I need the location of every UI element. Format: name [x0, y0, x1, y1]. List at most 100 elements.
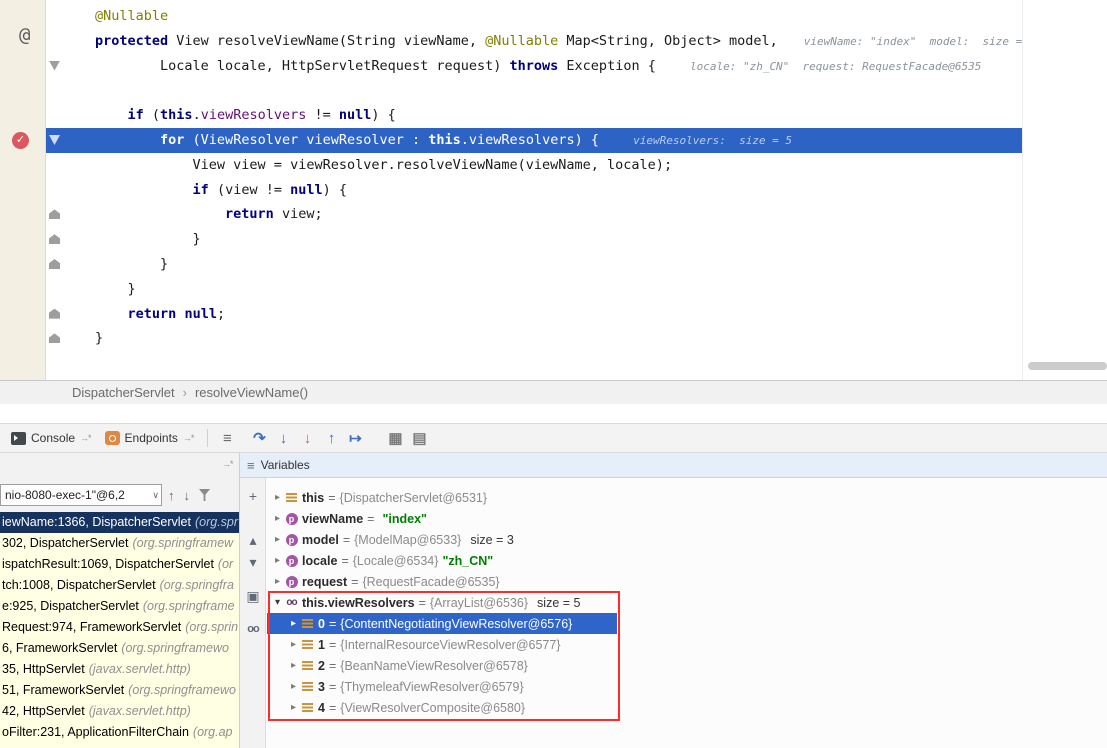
code-token: this — [160, 107, 193, 123]
navigate-up-icon[interactable]: ↑ — [168, 488, 175, 503]
horizontal-scrollbar[interactable] — [1028, 362, 1107, 370]
fold-marker-icon[interactable] — [49, 61, 60, 71]
variables-panel-header: ≡ Variables — [240, 453, 1107, 478]
variable-value: {ThymeleafViewResolver@6579} — [340, 680, 523, 694]
chevron-right-icon[interactable] — [287, 639, 300, 650]
annotation-gutter-icon: @ — [19, 24, 30, 46]
scroll-down-icon[interactable]: ▾ — [240, 554, 266, 571]
step-out-icon[interactable]: ↑ — [319, 428, 343, 448]
chevron-right-icon[interactable] — [287, 618, 300, 629]
run-to-cursor-icon[interactable]: ↦ — [343, 428, 367, 448]
force-step-into-icon[interactable]: ↓ — [295, 428, 319, 448]
stack-frame-row[interactable]: 6, FrameworkServlet(org.springframewo — [0, 638, 239, 659]
variables-tree[interactable]: this={DispatcherServlet@6531}viewName="i… — [267, 487, 1107, 718]
parameter-icon — [284, 555, 299, 567]
pin-icon[interactable]: →* — [222, 459, 233, 469]
code-area[interactable]: @Nullableprotected View resolveViewName(… — [46, 0, 1022, 380]
stack-frame-row[interactable]: iewName:1366, DispatcherServlet(org.spr — [0, 512, 239, 533]
debugger-inline-hint: viewResolvers: size = 5 — [633, 134, 792, 147]
thread-dropdown[interactable]: nio-8080-exec-1"@6,2 ∨ — [0, 484, 162, 506]
code-token: null — [339, 107, 372, 123]
chevron-right-icon[interactable] — [271, 513, 284, 524]
frame-location: 35, HttpServlet — [2, 662, 85, 676]
stack-frame-row[interactable]: tch:1008, DispatcherServlet(org.springfr… — [0, 575, 239, 596]
frame-package: (javax.servlet.http) — [89, 662, 191, 676]
tab-console[interactable]: Console →* — [4, 424, 98, 452]
frame-location: tch:1008, DispatcherServlet — [2, 578, 156, 592]
fold-marker-icon[interactable] — [49, 135, 60, 145]
variable-row[interactable]: 3={ThymeleafViewResolver@6579} — [267, 676, 1107, 697]
code-line: protected View resolveViewName(String vi… — [95, 29, 1022, 54]
equals-sign: = — [419, 596, 426, 610]
variable-name: 1 — [318, 638, 325, 652]
chevron-right-icon[interactable] — [271, 492, 284, 503]
variable-row[interactable]: 0={ContentNegotiatingViewResolver@6576} — [267, 613, 1107, 634]
show-watches-icon[interactable]: oo — [240, 623, 266, 635]
value-icon-glyph — [302, 682, 313, 691]
chevron-right-icon[interactable] — [271, 576, 284, 587]
stack-frame-row[interactable]: 51, FrameworkServlet(org.springframewo — [0, 680, 239, 701]
breadcrumb-method[interactable]: resolveViewName() — [195, 385, 308, 400]
variable-row[interactable]: model={ModelMap@6533}size = 3 — [267, 529, 1107, 550]
variable-row[interactable]: 1={InternalResourceViewResolver@6577} — [267, 634, 1107, 655]
variable-row[interactable]: 4={ViewResolverComposite@6580} — [267, 697, 1107, 718]
stack-frame-row[interactable]: Request:974, FrameworkServlet(org.sprin — [0, 617, 239, 638]
variable-row[interactable]: request={RequestFacade@6535} — [267, 571, 1107, 592]
stack-frames-list[interactable]: iewName:1366, DispatcherServlet(org.spr3… — [0, 512, 239, 748]
fold-marker-icon[interactable] — [49, 209, 60, 219]
filter-icon[interactable] — [199, 489, 210, 501]
chevron-down-icon[interactable] — [271, 597, 284, 608]
fold-marker-icon[interactable] — [49, 309, 60, 319]
chevron-right-icon[interactable] — [271, 534, 284, 545]
breadcrumb: DispatcherServlet › resolveViewName() — [0, 380, 1107, 404]
frame-location: oFilter:231, ApplicationFilterChain — [2, 725, 189, 739]
fold-marker-icon[interactable] — [49, 234, 60, 244]
variable-row[interactable]: locale={Locale@6534}"zh_CN" — [267, 550, 1107, 571]
stack-frame-row[interactable]: 35, HttpServlet (javax.servlet.http) — [0, 659, 239, 680]
table-layout-icon[interactable]: ▤ — [407, 428, 431, 448]
code-token — [95, 206, 225, 222]
variable-name: 3 — [318, 680, 325, 694]
duplicate-icon[interactable]: ▣ — [240, 588, 266, 605]
code-token: this — [428, 132, 461, 148]
frame-location: ispatchResult:1069, DispatcherServlet — [2, 557, 214, 571]
code-token: null — [290, 182, 323, 198]
parameter-icon — [284, 576, 299, 588]
chevron-right-icon[interactable] — [287, 702, 300, 713]
code-line: Locale locale, HttpServletRequest reques… — [95, 54, 1022, 79]
variable-row[interactable]: viewName="index" — [267, 508, 1107, 529]
stack-frame-row[interactable]: oFilter:231, ApplicationFilterChain(org.… — [0, 722, 239, 743]
step-over-icon[interactable]: ↷ — [247, 428, 271, 448]
settings-menu-icon[interactable]: ≡ — [215, 428, 239, 448]
breakpoint-icon[interactable]: ✓ — [12, 132, 29, 149]
add-watch-icon[interactable]: + — [240, 488, 266, 504]
step-into-icon[interactable]: ↓ — [271, 428, 295, 448]
equals-sign: = — [328, 491, 335, 505]
variable-row[interactable]: this={DispatcherServlet@6531} — [267, 487, 1107, 508]
fold-marker-icon[interactable] — [49, 333, 60, 343]
frames-nav-icons: ↑↓ — [168, 484, 210, 506]
code-editor[interactable]: @ ✓ @Nullableprotected View resolveViewN… — [0, 0, 1107, 380]
frame-location: 51, FrameworkServlet — [2, 683, 124, 697]
stack-frame-row[interactable]: 42, HttpServlet(javax.servlet.http) — [0, 701, 239, 722]
variables-menu-icon[interactable]: ≡ — [247, 458, 255, 473]
stack-frame-row[interactable]: e:925, DispatcherServlet(org.springframe — [0, 596, 239, 617]
stack-frame-row[interactable]: 302, DispatcherServlet(org.springframew — [0, 533, 239, 554]
navigate-down-icon[interactable]: ↓ — [184, 488, 191, 503]
chevron-right-icon[interactable] — [287, 660, 300, 671]
stack-frame-row[interactable]: ispatchResult:1069, DispatcherServlet(or — [0, 554, 239, 575]
equals-sign: = — [367, 512, 374, 526]
chevron-right-icon[interactable] — [271, 555, 284, 566]
breadcrumb-class[interactable]: DispatcherServlet — [72, 385, 175, 400]
view-breakpoints-icon[interactable]: ▦ — [383, 428, 407, 448]
chevron-right-icon[interactable] — [287, 681, 300, 692]
code-token: View view = viewResolver.resolveViewName… — [95, 157, 672, 173]
variable-row[interactable]: 2={BeanNameViewResolver@6578} — [267, 655, 1107, 676]
scroll-up-icon[interactable]: ▴ — [240, 532, 266, 549]
variable-row[interactable]: this.viewResolvers={ArrayList@6536}size … — [267, 592, 1107, 613]
tab-endpoints[interactable]: Endpoints →* — [98, 424, 201, 452]
tab-overflow-icon: →* — [183, 433, 194, 443]
tab-console-label: Console — [31, 431, 75, 445]
variable-name: 0 — [318, 617, 325, 631]
fold-marker-icon[interactable] — [49, 259, 60, 269]
